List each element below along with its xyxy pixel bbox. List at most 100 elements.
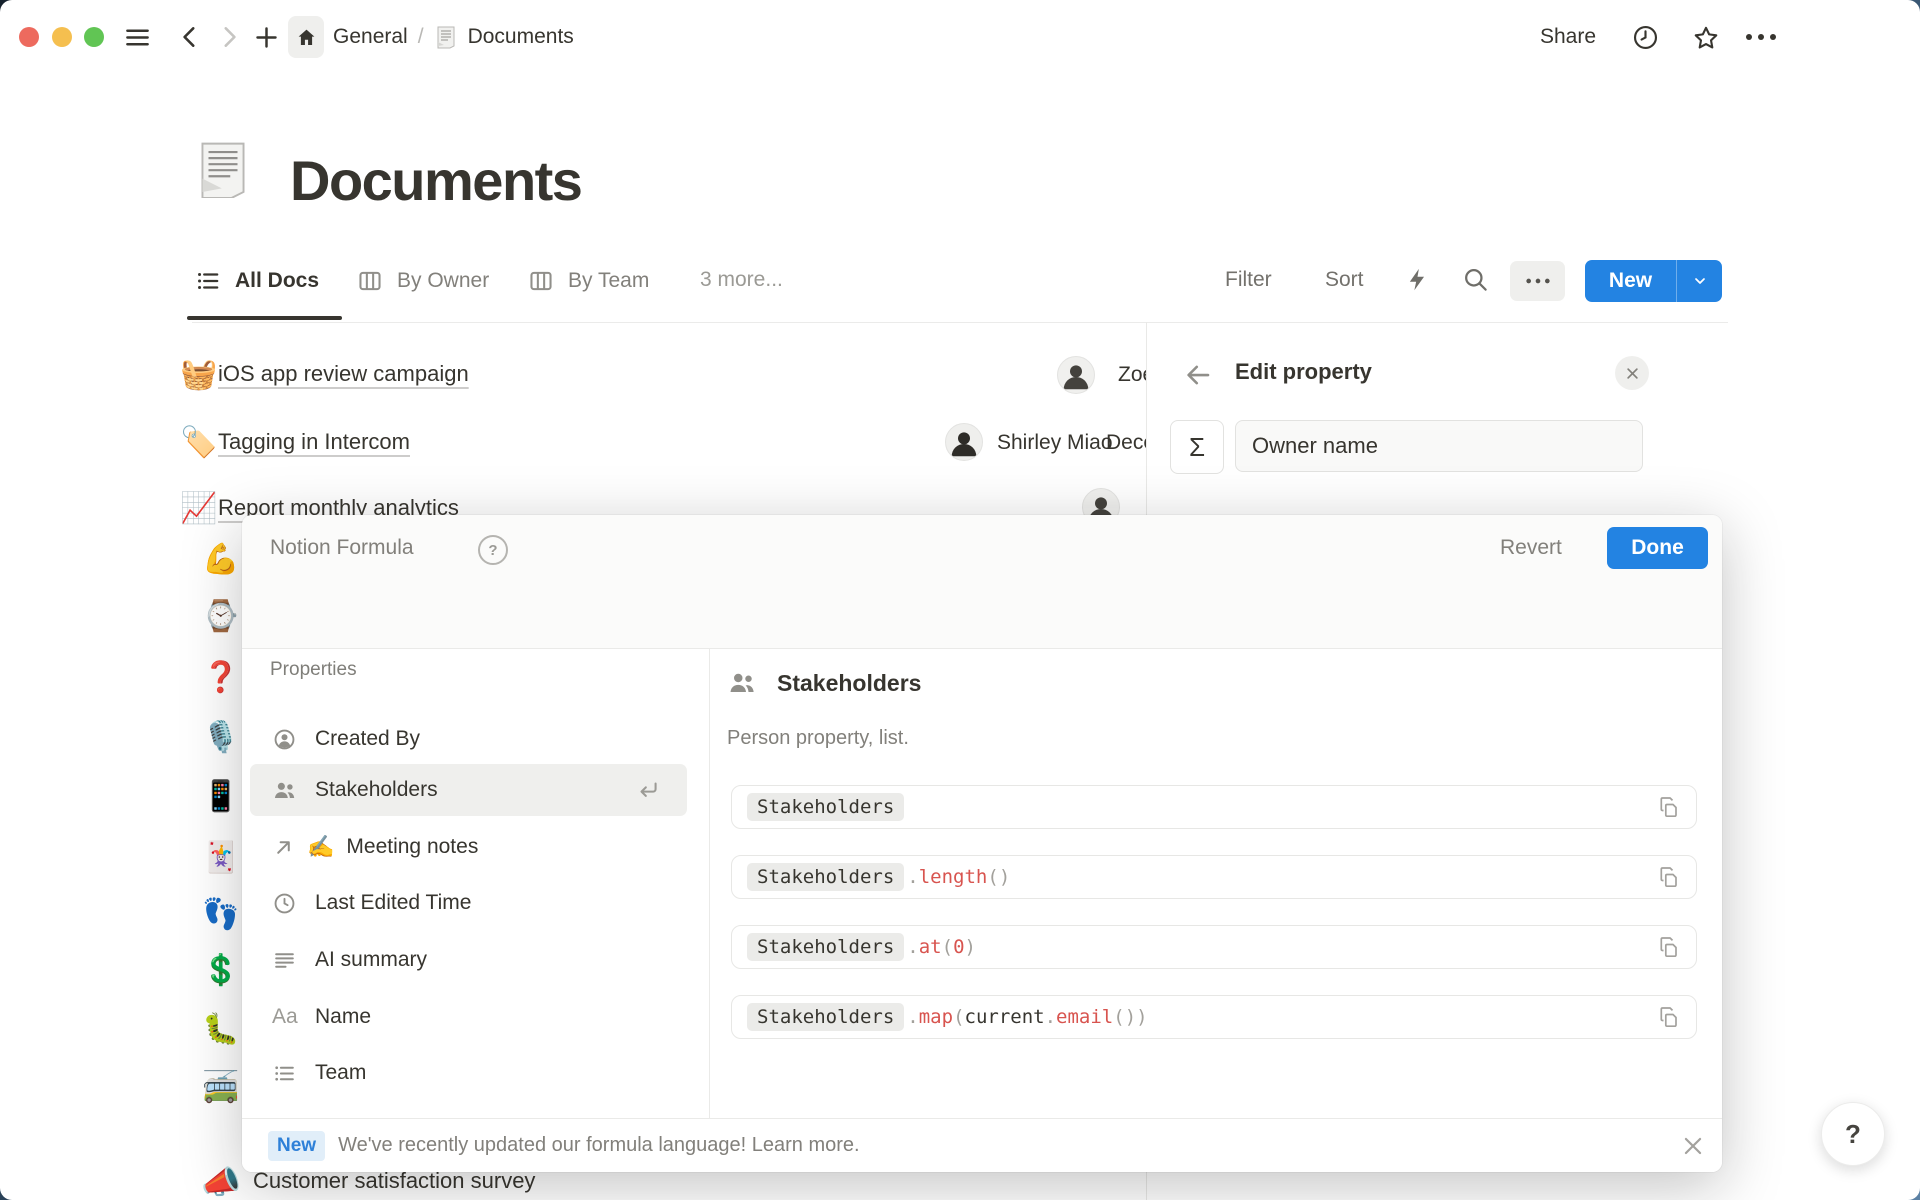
help-question-glyph: ? (1845, 1119, 1861, 1150)
tab-by-team[interactable]: By Team (528, 268, 649, 294)
code-punct: . (1045, 1006, 1056, 1028)
row-title[interactable]: iOS app review campaign (218, 361, 469, 387)
tab-by-owner[interactable]: By Owner (357, 268, 489, 294)
formula-example[interactable]: Stakeholders.map(current.email()) (731, 995, 1697, 1039)
page-icon-document[interactable] (194, 140, 252, 198)
row-icon-basket: 🧺 (180, 358, 217, 392)
tab-label: By Team (568, 269, 649, 293)
search-icon[interactable] (1462, 266, 1489, 293)
help-circle-icon[interactable]: ? (478, 535, 508, 565)
formula-example[interactable]: Stakeholders.length() (731, 855, 1697, 899)
updates-clock-icon[interactable] (1632, 24, 1659, 51)
code-token: Stakeholders (747, 863, 904, 891)
favorite-star-icon[interactable] (1692, 24, 1720, 52)
new-dropdown-chevron[interactable] (1677, 273, 1722, 289)
revert-button[interactable]: Revert (1500, 527, 1562, 569)
home-button[interactable] (288, 16, 324, 58)
property-item-ai-summary[interactable]: AI summary (250, 934, 687, 986)
traffic-light-zoom[interactable] (84, 27, 104, 47)
banner-close-icon[interactable] (1680, 1133, 1706, 1159)
formula-update-banner: New We've recently updated our formula l… (242, 1118, 1722, 1172)
row-icon-phone: 📱 (200, 779, 242, 815)
tab-more-views[interactable]: 3 more... (700, 268, 783, 292)
new-badge: New (268, 1131, 325, 1161)
new-page-icon[interactable] (253, 24, 280, 51)
property-label: Meeting notes (346, 835, 478, 859)
row-icon-question: ❓ (200, 660, 242, 696)
breadcrumb-section[interactable]: General (333, 24, 408, 50)
done-button[interactable]: Done (1607, 527, 1708, 569)
close-icon[interactable] (1615, 356, 1649, 390)
page-emoji-writing-hand: ✍️ (307, 834, 334, 860)
formula-example[interactable]: Stakeholders.at(0) (731, 925, 1697, 969)
row-icon-joker-card: 🃏 (200, 840, 242, 876)
formula-example[interactable]: Stakeholders (731, 785, 1697, 829)
return-key-icon (635, 777, 661, 803)
breadcrumb-separator: / (418, 24, 424, 50)
sort-button[interactable]: Sort (1325, 268, 1364, 292)
code-token: Stakeholders (747, 933, 904, 961)
formula-header: Notion Formula ? Revert Done (242, 515, 1722, 649)
back-icon[interactable] (177, 24, 203, 50)
row-icon-chart: 📈 (180, 492, 217, 526)
automation-bolt-icon[interactable] (1404, 266, 1431, 293)
title-aa-icon: Aa (272, 1005, 297, 1029)
detail-title: Stakeholders (777, 670, 921, 697)
forward-icon[interactable] (216, 24, 242, 50)
traffic-light-minimize[interactable] (52, 27, 72, 47)
property-label: Name (315, 1005, 371, 1029)
row-icon-label: 🏷️ (180, 426, 217, 460)
ellipsis-icon (1524, 274, 1552, 288)
share-button[interactable]: Share (1540, 24, 1596, 50)
copy-icon[interactable] (1658, 1005, 1682, 1029)
list-view-icon (195, 268, 221, 294)
help-glyph: ? (488, 542, 497, 559)
property-item-last-edited-time[interactable]: Last Edited Time (250, 877, 687, 929)
notion-window: General / Documents Share Documents All … (0, 0, 1920, 1200)
people-icon (727, 668, 757, 698)
avatar (945, 423, 983, 461)
breadcrumb-page[interactable]: Documents (468, 24, 574, 50)
row-icon-watch: ⌚ (200, 599, 242, 635)
property-label: Team (315, 1061, 366, 1085)
row-icon-footprints: 👣 (200, 897, 242, 933)
row-icon-muscle: 💪 (200, 542, 242, 578)
copy-icon[interactable] (1658, 865, 1682, 889)
property-item-meeting-notes[interactable]: ✍️ Meeting notes (250, 821, 687, 873)
property-item-name[interactable]: Aa Name (250, 991, 687, 1043)
view-options-button[interactable] (1510, 261, 1565, 301)
traffic-light-close[interactable] (19, 27, 39, 47)
row-icon-microphone: 🎙️ (200, 720, 242, 756)
clock-icon (272, 891, 297, 916)
detail-heading: Stakeholders (727, 668, 921, 698)
window-titlebar: General / Documents Share (0, 0, 1920, 75)
code-function: map (919, 1006, 953, 1028)
tab-label: By Owner (397, 269, 489, 293)
row-title[interactable]: Tagging in Intercom (218, 429, 410, 455)
formula-editor-popup: Notion Formula ? Revert Done Properties … (242, 515, 1722, 1172)
property-item-created-by[interactable]: Created By (250, 713, 687, 765)
text-lines-icon (272, 948, 297, 973)
page-title: Documents (290, 148, 581, 213)
property-type-sigma-button[interactable]: Σ (1170, 420, 1224, 474)
back-arrow-icon[interactable] (1183, 360, 1213, 390)
property-item-team[interactable]: Team (250, 1047, 687, 1099)
sidebar-menu-icon[interactable] (124, 24, 151, 51)
person-cell: Zoe (1118, 363, 1146, 387)
date-cell: Dece (1106, 431, 1146, 455)
copy-icon[interactable] (1658, 935, 1682, 959)
new-button[interactable]: New (1585, 260, 1722, 302)
help-button[interactable]: ? (1821, 1102, 1885, 1166)
person-cell: Shirley Miao (997, 431, 1113, 455)
property-name-input[interactable] (1235, 420, 1643, 472)
sigma-icon: Σ (1189, 432, 1205, 463)
filter-button[interactable]: Filter (1225, 268, 1272, 292)
property-item-stakeholders[interactable]: Stakeholders (250, 764, 687, 816)
person-circle-icon (272, 727, 297, 752)
code-number: 0 (953, 936, 964, 958)
banner-message[interactable]: We've recently updated our formula langu… (338, 1134, 860, 1157)
more-options-icon[interactable] (1744, 28, 1778, 46)
copy-icon[interactable] (1658, 795, 1682, 819)
breadcrumb: General / Documents (333, 24, 574, 50)
tab-all-docs[interactable]: All Docs (195, 268, 319, 294)
